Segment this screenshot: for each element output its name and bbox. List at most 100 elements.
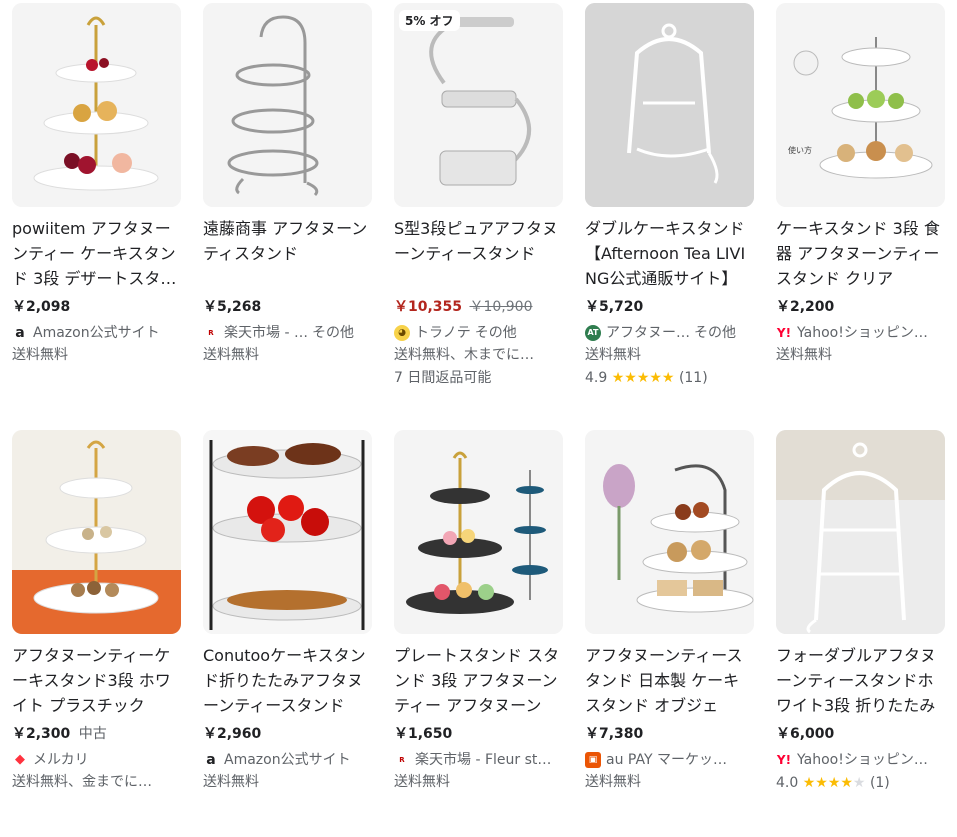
product-card[interactable]: 5% オフ S型3段ピュアアフタヌーンティースタンド ￥10,355 ￥10,9… bbox=[394, 3, 563, 410]
price-row: ￥5,720 bbox=[585, 297, 754, 317]
original-price: ￥10,900 bbox=[469, 299, 533, 315]
product-card[interactable]: 使い方 ケーキスタンド 3段 食器 アフタヌーンティースタンド クリア ￥2,2… bbox=[776, 3, 945, 410]
product-card[interactable]: アフタヌーンティーケーキスタンド3段 ホワイト プラスチック ￥2,300 中古… bbox=[12, 430, 181, 837]
yahoo-icon: Y! bbox=[776, 753, 792, 767]
rakuten-icon: R bbox=[399, 756, 405, 764]
seller-name: 楽天市場 - … bbox=[224, 325, 308, 341]
double-cake-stand-image bbox=[585, 3, 754, 207]
price-row: ￥2,098 bbox=[12, 297, 181, 317]
shipping-info: 送料無料 bbox=[394, 774, 450, 790]
product-price: ￥2,098 bbox=[12, 299, 71, 315]
shipping-info: 送料無料 bbox=[585, 347, 641, 363]
afternoon-tea-icon: AT bbox=[585, 325, 601, 341]
product-card[interactable]: フォーダブルアフタヌーンティースタンドホワイト3段 折りたたみ ￥6,000 Y… bbox=[776, 430, 945, 837]
tranote-icon: ◕ bbox=[394, 325, 410, 341]
price-row: ￥5,268 bbox=[203, 297, 372, 317]
shipping-info: 送料無料 bbox=[776, 347, 832, 363]
product-title[interactable]: プレートスタンド スタンド 3段 アフタヌーンティー アフタヌーン bbox=[394, 643, 563, 718]
product-card[interactable]: powiitem アフタヌーンティー ケーキスタンド 3段 デザートスタンド ￥… bbox=[12, 3, 181, 410]
price-row: ￥6,000 bbox=[776, 724, 945, 744]
clear-stand-image: 使い方 bbox=[776, 3, 945, 207]
product-image[interactable] bbox=[12, 3, 181, 207]
other-sellers-link[interactable]: その他 bbox=[312, 322, 354, 344]
product-image[interactable] bbox=[203, 3, 372, 207]
seller-row: Y! Yahoo!ショッピン… bbox=[776, 322, 945, 344]
product-price: ￥5,268 bbox=[203, 299, 262, 315]
product-image[interactable] bbox=[12, 430, 181, 634]
black-plate-stand-image bbox=[394, 430, 563, 634]
seller-row: ◆ メルカリ bbox=[12, 749, 181, 771]
product-image[interactable]: 使い方 bbox=[776, 3, 945, 207]
amazon-icon: a bbox=[15, 325, 25, 341]
star-rating-icon: ★★★★★ bbox=[802, 775, 866, 791]
product-price: ￥6,000 bbox=[776, 726, 835, 742]
review-count: (11) bbox=[678, 370, 708, 386]
other-sellers-link[interactable]: その他 bbox=[475, 322, 517, 344]
product-price: ￥10,355 bbox=[394, 299, 463, 315]
rating-value: 4.0 bbox=[776, 775, 799, 791]
scone-stand-image bbox=[585, 430, 754, 634]
product-image[interactable] bbox=[585, 430, 754, 634]
product-price: ￥2,960 bbox=[203, 726, 262, 742]
seller-name: Amazon公式サイト bbox=[33, 325, 160, 341]
product-title[interactable]: アフタヌーンティーケーキスタンド3段 ホワイト プラスチック bbox=[12, 643, 181, 718]
s-shaped-stand-image bbox=[394, 3, 563, 207]
seller-name: アフタヌー… bbox=[606, 325, 690, 341]
shipping-info: 送料無料 bbox=[12, 347, 68, 363]
price-row: ￥2,300 中古 bbox=[12, 724, 181, 744]
seller-row: R 楽天市場 - Fleur st… bbox=[394, 749, 563, 771]
product-title[interactable]: ダブルケーキスタンド【Afternoon Tea LIVING公式通販サイト】 bbox=[585, 216, 754, 291]
seller-name: Yahoo!ショッピン… bbox=[797, 752, 928, 768]
seller-row: Y! Yahoo!ショッピン… bbox=[776, 749, 945, 771]
product-price: ￥7,380 bbox=[585, 726, 644, 742]
condition-label: 中古 bbox=[78, 726, 107, 742]
cake-stand-gold-image bbox=[12, 3, 181, 207]
discount-badge: 5% オフ bbox=[399, 10, 460, 31]
price-row: ￥7,380 bbox=[585, 724, 754, 744]
product-title[interactable]: フォーダブルアフタヌーンティースタンドホワイト3段 折りたたみ bbox=[776, 643, 945, 718]
seller-name: au PAY マーケッ… bbox=[606, 752, 727, 768]
yahoo-icon: Y! bbox=[776, 326, 792, 340]
review-count: (1) bbox=[869, 775, 890, 791]
price-row: ￥1,650 bbox=[394, 724, 563, 744]
product-price: ￥2,200 bbox=[776, 299, 835, 315]
product-title[interactable]: S型3段ピュアアフタヌーンティースタンド bbox=[394, 216, 563, 291]
rating-value: 4.9 bbox=[585, 370, 608, 386]
star-rating-icon: ★★★★★ bbox=[611, 370, 675, 386]
product-card[interactable]: ダブルケーキスタンド【Afternoon Tea LIVING公式通販サイト】 … bbox=[585, 3, 754, 410]
white-plastic-stand-image bbox=[12, 430, 181, 634]
product-title[interactable]: Conutooケーキスタンド折りたたみアフタヌーンティースタンド bbox=[203, 643, 372, 718]
shipping-info: 送料無料、木までに… bbox=[394, 347, 534, 363]
product-title[interactable]: アフタヌーンティースタンド 日本製 ケーキスタンド オブジェ bbox=[585, 643, 754, 718]
price-row: ￥2,200 bbox=[776, 297, 945, 317]
mercari-icon: ◆ bbox=[15, 752, 25, 767]
amazon-icon: a bbox=[206, 752, 216, 768]
seller-row: a Amazon公式サイト bbox=[203, 749, 372, 771]
product-card[interactable]: プレートスタンド スタンド 3段 アフタヌーンティー アフタヌーン ￥1,650… bbox=[394, 430, 563, 837]
seller-name: Amazon公式サイト bbox=[224, 752, 351, 768]
product-title[interactable]: 遠藤商事 アフタヌーンティスタンド bbox=[203, 216, 372, 291]
seller-row: R 楽天市場 - … その他 bbox=[203, 322, 372, 344]
price-row: ￥2,960 bbox=[203, 724, 372, 744]
product-grid: powiitem アフタヌーンティー ケーキスタンド 3段 デザートスタンド ￥… bbox=[12, 3, 945, 837]
product-card[interactable]: Conutooケーキスタンド折りたたみアフタヌーンティースタンド ￥2,960 … bbox=[203, 430, 372, 837]
price-row: ￥10,355 ￥10,900 bbox=[394, 297, 563, 317]
seller-row: AT アフタヌー… その他 bbox=[585, 322, 754, 344]
shipping-info: 送料無料、金までに… bbox=[12, 774, 152, 790]
product-card[interactable]: アフタヌーンティースタンド 日本製 ケーキスタンド オブジェ ￥7,380 ▣ … bbox=[585, 430, 754, 837]
product-image[interactable] bbox=[394, 430, 563, 634]
rakuten-icon: R bbox=[208, 329, 214, 337]
aupay-icon: ▣ bbox=[585, 752, 601, 768]
product-title[interactable]: powiitem アフタヌーンティー ケーキスタンド 3段 デザートスタンド bbox=[12, 216, 181, 291]
other-sellers-link[interactable]: その他 bbox=[694, 322, 736, 344]
product-image[interactable]: 5% オフ bbox=[394, 3, 563, 207]
shipping-info: 送料無料 bbox=[585, 774, 641, 790]
product-image[interactable] bbox=[203, 430, 372, 634]
rating-row: 4.9 ★★★★★ (11) bbox=[585, 366, 754, 390]
product-card[interactable]: 遠藤商事 アフタヌーンティスタンド ￥5,268 R 楽天市場 - … その他 … bbox=[203, 3, 372, 410]
folding-stand-food-image bbox=[203, 430, 372, 634]
product-title[interactable]: ケーキスタンド 3段 食器 アフタヌーンティースタンド クリア bbox=[776, 216, 945, 291]
product-image[interactable] bbox=[585, 3, 754, 207]
product-image[interactable] bbox=[776, 430, 945, 634]
seller-row: ◕ トラノテ その他 bbox=[394, 322, 563, 344]
